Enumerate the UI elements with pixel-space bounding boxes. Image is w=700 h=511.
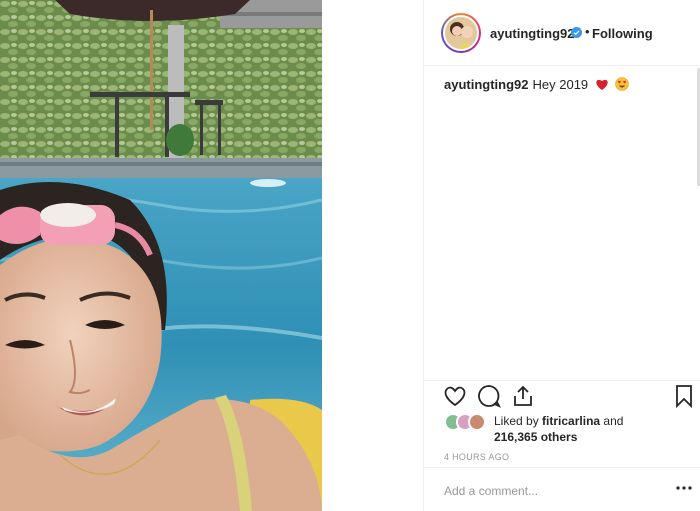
red-heart-emoji-icon (596, 79, 608, 90)
liked-by-text: Liked by fitricarlina and (494, 414, 623, 428)
liked-by-and: and (603, 414, 624, 428)
liked-by-prefix: Liked by (494, 414, 539, 428)
liked-by-avatars[interactable] (444, 413, 494, 433)
share-icon[interactable] (510, 383, 536, 409)
actions-divider (424, 380, 700, 381)
post-timestamp[interactable]: 4 HOURS AGO (444, 452, 509, 462)
profile-photo-icon (445, 17, 477, 49)
avatar-image (443, 15, 479, 51)
avatar[interactable] (441, 13, 481, 53)
header-username[interactable]: ayutingting92 (490, 26, 575, 41)
bookmark-icon[interactable] (671, 383, 697, 409)
like-heart-icon[interactable] (442, 383, 468, 409)
post-details-panel: ayutingting92 • Following ayutingting92 H… (423, 0, 700, 511)
liked-by-others[interactable]: 216,365 others (494, 430, 577, 444)
more-options-icon[interactable] (676, 486, 692, 490)
post-photo[interactable] (0, 0, 322, 511)
caption-text: Hey 2019 (532, 77, 589, 92)
header-separator: • (585, 24, 590, 39)
caption: ayutingting92 Hey 2019 (444, 77, 630, 92)
liked-by-others-count[interactable]: 216,365 others (494, 430, 577, 444)
liked-by-user[interactable]: fitricarlina (542, 414, 600, 428)
liker-avatar (468, 413, 486, 431)
following-button[interactable]: Following (592, 26, 653, 41)
verified-badge-icon (571, 27, 582, 38)
comment-input[interactable]: Add a comment... (444, 484, 538, 498)
comment-icon[interactable] (476, 383, 502, 409)
heart-eyes-emoji-icon (615, 77, 630, 91)
selfie-pool-image (0, 0, 322, 511)
caption-username[interactable]: ayutingting92 (444, 77, 529, 92)
post-header: ayutingting92 • Following (424, 0, 700, 66)
